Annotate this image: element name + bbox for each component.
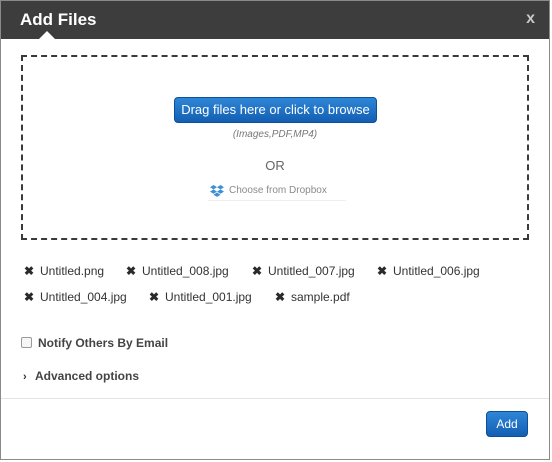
file-item: ✖ Untitled_006.jpg	[377, 263, 480, 279]
file-item: ✖ Untitled_008.jpg	[126, 263, 229, 279]
browse-button[interactable]: Drag files here or click to browse	[174, 97, 377, 123]
remove-file-icon[interactable]: ✖	[24, 289, 36, 305]
choose-from-dropbox-link[interactable]: Choose from Dropbox	[208, 182, 346, 201]
file-item: ✖ Untitled.png	[24, 263, 104, 279]
dropbox-label: Choose from Dropbox	[229, 185, 327, 196]
file-item: ✖ Untitled_004.jpg	[24, 289, 127, 305]
add-button[interactable]: Add	[486, 411, 528, 437]
file-item: ✖ Untitled_007.jpg	[252, 263, 355, 279]
notify-label[interactable]: Notify Others By Email	[38, 335, 168, 351]
dropbox-icon	[210, 185, 224, 197]
or-separator: OR	[265, 158, 285, 173]
chevron-right-icon: ›	[23, 371, 27, 383]
file-name: Untitled.png	[40, 264, 105, 278]
dialog-title: Add Files	[20, 10, 97, 29]
file-item: ✖ sample.pdf	[275, 289, 350, 305]
file-name: Untitled_006.jpg	[393, 264, 480, 278]
remove-file-icon[interactable]: ✖	[24, 263, 36, 279]
file-name: Untitled_001.jpg	[165, 290, 252, 304]
file-item: ✖ Untitled_001.jpg	[149, 289, 252, 305]
file-name: sample.pdf	[291, 290, 350, 304]
remove-file-icon[interactable]: ✖	[275, 289, 287, 305]
file-name: Untitled_007.jpg	[268, 264, 355, 278]
remove-file-icon[interactable]: ✖	[252, 263, 264, 279]
close-button[interactable]: x	[526, 10, 535, 28]
add-files-dialog: Add Files x Drag files here or click to …	[0, 0, 550, 460]
title-notch	[39, 31, 55, 39]
dialog-titlebar: Add Files x	[1, 1, 549, 39]
remove-file-icon[interactable]: ✖	[377, 263, 389, 279]
remove-file-icon[interactable]: ✖	[126, 263, 138, 279]
advanced-options-toggle[interactable]: › Advanced options	[23, 368, 139, 384]
file-types-hint: (Images,PDF,MP4)	[232, 129, 318, 140]
footer-divider	[1, 398, 549, 399]
notify-checkbox[interactable]	[21, 337, 32, 348]
remove-file-icon[interactable]: ✖	[149, 289, 161, 305]
file-dropzone[interactable]: Drag files here or click to browse (Imag…	[21, 55, 529, 240]
file-name: Untitled_008.jpg	[142, 264, 229, 278]
advanced-options-label: Advanced options	[35, 369, 140, 383]
file-name: Untitled_004.jpg	[40, 290, 127, 304]
